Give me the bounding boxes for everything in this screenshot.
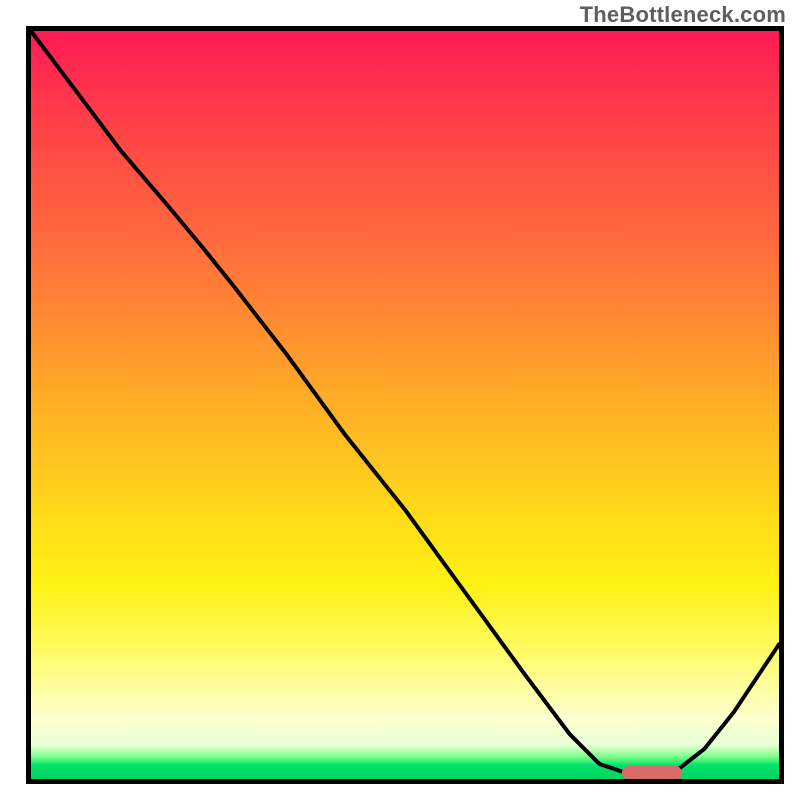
watermark-text: TheBottleneck.com	[580, 2, 786, 28]
optimal-range-marker	[622, 766, 682, 780]
plot-area	[26, 26, 784, 784]
chart-container: TheBottleneck.com	[0, 0, 800, 800]
bottleneck-curve	[31, 31, 779, 779]
